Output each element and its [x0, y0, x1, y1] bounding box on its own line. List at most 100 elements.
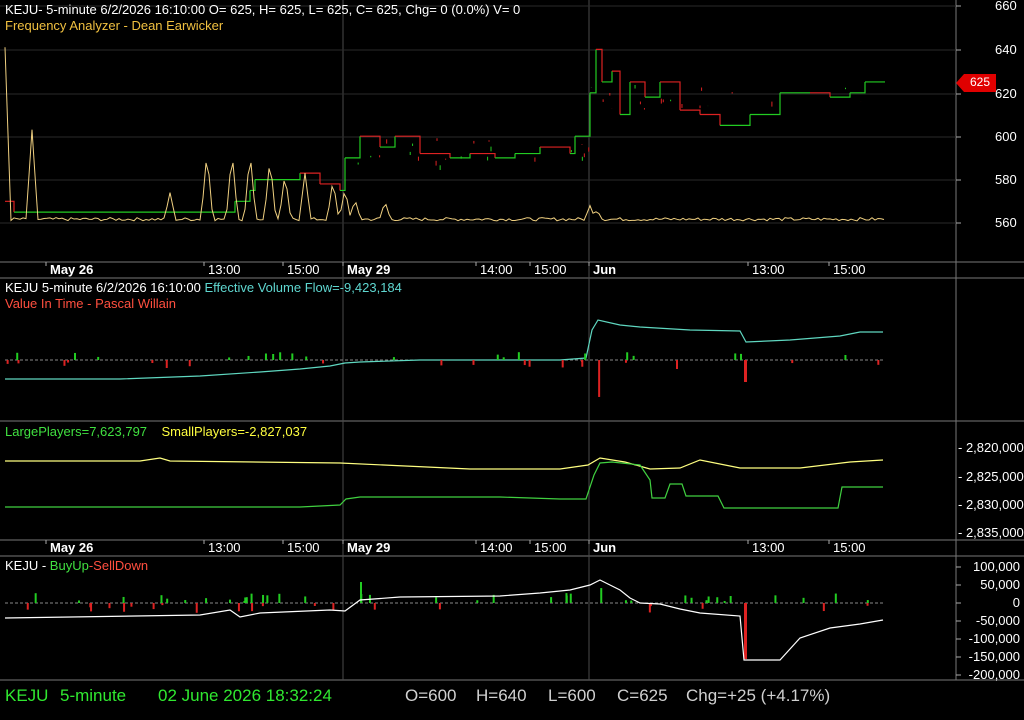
price-step-line	[680, 109, 701, 115]
buysell-bar	[373, 603, 376, 610]
small-players-line	[5, 457, 884, 470]
volume-bar	[744, 360, 747, 382]
volume-bar	[734, 353, 737, 360]
buysell-bar	[569, 593, 572, 603]
volume-bar	[165, 360, 168, 368]
volume-bar	[305, 356, 308, 360]
price-step-line	[395, 135, 421, 154]
price-panel-header: KEJU- 5-minute 6/2/2026 16:10:00 O= 625,…	[5, 2, 521, 17]
time-axis-label: 15:00	[534, 540, 567, 555]
buysell-bar	[304, 596, 307, 603]
price-step-line	[270, 173, 301, 181]
buysell-axis-tick: -150,000	[968, 649, 1020, 664]
status-open: O=600	[405, 686, 457, 705]
buysell-bar	[684, 595, 687, 603]
time-axis-label: May 29	[347, 540, 391, 555]
price-step-line	[575, 92, 591, 137]
buysell-bar	[729, 596, 732, 603]
buysell-bar	[648, 603, 651, 613]
price-step-line	[380, 136, 396, 148]
buysell-bar	[261, 603, 264, 607]
evf-panel-header: KEJU 5-minute 6/2/2026 16:10:00 Effectiv…	[5, 280, 402, 296]
time-axis-label: 15:00	[287, 262, 320, 277]
selldown-label: SellDown	[93, 558, 149, 573]
volume-bar	[877, 360, 880, 365]
volume-bar	[17, 360, 20, 364]
time-axis-label: 13:00	[752, 540, 785, 555]
buysell-bar	[802, 597, 805, 603]
evf-line	[5, 319, 883, 380]
price-step-line	[5, 200, 15, 213]
buysell-bar	[866, 600, 869, 603]
buysell-bar	[251, 603, 254, 612]
time-axis-label: Jun	[593, 540, 617, 555]
price-step-line	[602, 71, 613, 83]
buysell-bar	[205, 598, 208, 603]
buysell-bar	[624, 600, 627, 603]
buysell-bar	[565, 595, 568, 603]
price-step-line	[720, 114, 751, 126]
price-step-line	[645, 81, 661, 98]
buysell-bar	[705, 600, 708, 603]
status-bar: KEJU 5-minute 02 June 2026 18:32:24 O=60…	[0, 680, 1024, 720]
price-axis-tick: 580	[995, 172, 1017, 187]
volume-bar	[528, 360, 531, 367]
volume-bar	[740, 353, 743, 360]
volume-bar	[188, 360, 191, 367]
price-step-line	[630, 81, 646, 98]
price-step-line	[830, 92, 851, 98]
price-step-line	[420, 152, 451, 158]
buysell-bar	[26, 603, 29, 610]
volume-bar	[581, 360, 584, 367]
volume-bar	[496, 354, 499, 360]
volume-bar	[517, 352, 520, 360]
buysell-bar	[161, 603, 164, 606]
price-step-line	[570, 136, 576, 155]
buysell-bar	[476, 600, 479, 603]
buysell-bar	[245, 597, 248, 603]
bs-symbol-label: KEJU -	[5, 558, 47, 573]
buysell-bar	[313, 603, 316, 606]
price-step-line	[360, 135, 381, 148]
price-step-line	[450, 153, 471, 159]
buysell-bar	[122, 596, 125, 603]
buysell-bar	[130, 603, 133, 607]
price-axis-tick: 640	[995, 42, 1017, 57]
time-axis-label: May 26	[50, 262, 94, 277]
chart-canvas	[0, 0, 1024, 681]
status-high: H=640	[476, 686, 527, 705]
status-close: C=625	[617, 686, 668, 705]
small-players-label: SmallPlayers=-2,827,037	[161, 424, 308, 439]
price-step-line	[700, 113, 721, 126]
price-step-line	[320, 183, 341, 191]
buysell-axis-tick: -50,000	[975, 613, 1020, 628]
buysell-bar	[184, 600, 187, 603]
volume-bar	[228, 357, 231, 360]
price-step-line	[515, 147, 541, 155]
buysell-bar	[262, 594, 265, 603]
buysell-bar	[690, 597, 693, 603]
buysell-bar	[822, 603, 825, 612]
buysell-bar	[166, 598, 169, 603]
price-step-line	[660, 81, 681, 111]
price-step-line	[590, 49, 597, 94]
volume-bar	[247, 355, 250, 360]
volume-bar	[844, 354, 847, 360]
buyup-selldown-header: KEJU - BuyUp-SellDown	[5, 558, 148, 574]
buysell-bar	[774, 595, 777, 603]
large-players-label: LargePlayers=7,623,797	[5, 424, 148, 439]
volume-bar	[676, 360, 678, 369]
price-step-line	[810, 92, 831, 98]
buysell-bar	[266, 595, 269, 603]
buysell-axis-tick: 50,000	[980, 577, 1020, 592]
volume-bar	[440, 360, 443, 366]
status-symbol: KEJU	[5, 686, 49, 705]
players-axis-tick: - 2,830,000	[958, 497, 1024, 512]
volume-bar	[584, 353, 587, 360]
buysell-bar	[866, 603, 869, 606]
buysell-bar	[701, 603, 704, 609]
time-axis-label: 14:00	[480, 262, 513, 277]
price-step-line	[850, 81, 866, 94]
buysell-axis-tick: 0	[1012, 595, 1020, 610]
volume-bar	[392, 357, 395, 360]
